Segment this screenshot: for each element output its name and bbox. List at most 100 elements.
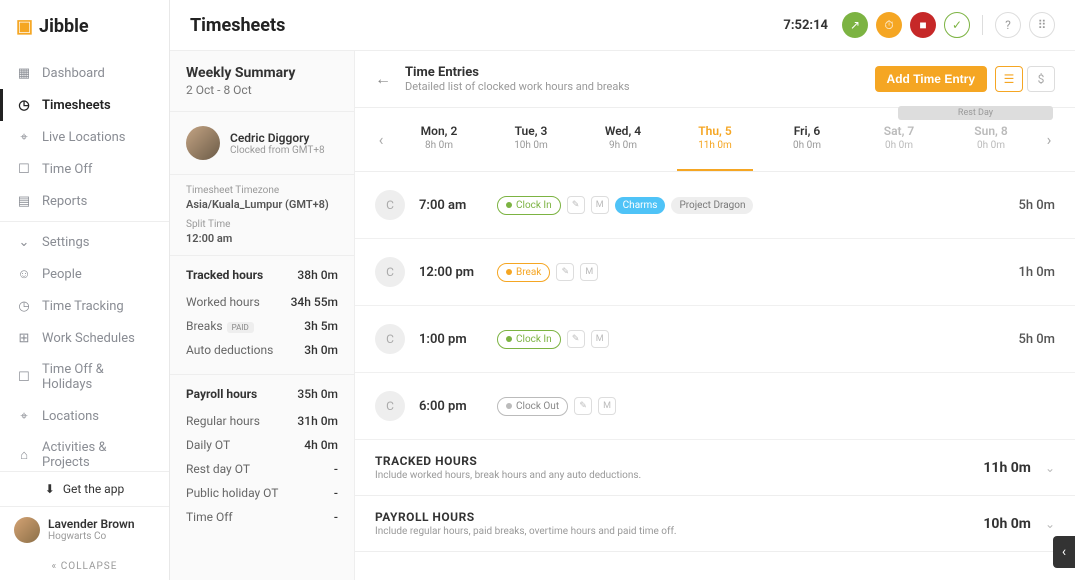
note-icon[interactable]: ✎ [556, 263, 574, 281]
clockout-quick-button[interactable]: ■ [910, 12, 936, 38]
tz-value: Asia/Kuala_Lumpur (GMT+8) [186, 198, 338, 211]
stat-value: 31h 0m [297, 414, 338, 428]
day-name: Tue, 3 [485, 124, 577, 138]
clock-icon: ◷ [16, 97, 32, 113]
day-tab[interactable]: Mon, 28h 0m [393, 118, 485, 161]
prev-week-button[interactable]: ‹ [369, 130, 393, 149]
sidebar-item-reports[interactable]: ▤Reports [0, 185, 169, 217]
stat-value: - [334, 486, 338, 500]
day-tab[interactable]: Tue, 3 10h 0m [485, 118, 577, 161]
clockin-quick-button[interactable]: ↗ [842, 12, 868, 38]
clock: 7:52:14 [783, 18, 828, 33]
tag-icon: ⌂ [16, 447, 32, 463]
time-entry-row[interactable]: C12:00 pmBreak✎M1h 0m [355, 239, 1075, 306]
sidebar-item-time-off-holidays[interactable]: ☐Time Off & Holidays [0, 354, 169, 400]
manual-icon[interactable]: M [598, 397, 616, 415]
day-tab[interactable]: Wed, 49h 0m [577, 118, 669, 161]
manual-icon[interactable]: M [580, 263, 598, 281]
stat-label: Time Off [186, 510, 233, 524]
day-tab[interactable]: Fri, 60h 0m [761, 118, 853, 161]
day-tab[interactable]: Sat, 70h 0m [853, 118, 945, 161]
sidebar-item-work-schedules[interactable]: ⊞Work Schedules [0, 322, 169, 354]
clockin-badge: Clock In [497, 196, 561, 215]
logo: ▣ Jibble [0, 0, 169, 53]
sidebar-item-time-off[interactable]: ☐Time Off [0, 153, 169, 185]
collapse-button[interactable]: « COLLAPSE [0, 553, 169, 580]
manual-icon[interactable]: M [591, 196, 609, 214]
day-hours: 8h 0m [393, 140, 485, 151]
sidebar-item-label: Locations [42, 409, 99, 424]
get-app-button[interactable]: ⬇ Get the app [0, 471, 169, 506]
sidebar-item-label: Timesheets [42, 98, 111, 113]
sidebar-item-time-tracking[interactable]: ◷Time Tracking [0, 290, 169, 322]
add-time-entry-button[interactable]: Add Time Entry [875, 66, 987, 92]
totals-sub: Include worked hours, break hours and an… [375, 470, 641, 481]
stat-row: Rest day OT- [186, 457, 338, 481]
note-icon[interactable]: ✎ [574, 397, 592, 415]
paid-badge: PAID [227, 322, 254, 333]
break-quick-button[interactable]: ⏱ [876, 12, 902, 38]
totals-row[interactable]: PAYROLL HOURSInclude regular hours, paid… [355, 496, 1075, 552]
sidebar-item-live-locations[interactable]: ⌖Live Locations [0, 121, 169, 153]
stat-row: Public holiday OT - [186, 481, 338, 505]
note-icon[interactable]: ✎ [567, 196, 585, 214]
help-fab[interactable]: ‹ [1053, 536, 1075, 568]
split-label: Split Time [186, 219, 338, 230]
day-hours: 9h 0m [577, 140, 669, 151]
user-footer[interactable]: Lavender Brown Hogwarts Co [0, 506, 169, 553]
next-week-button[interactable]: › [1037, 130, 1061, 149]
time-entry-row[interactable]: C1:00 pmClock In✎M5h 0m [355, 306, 1075, 373]
help-button[interactable]: ? [995, 12, 1021, 38]
nav: ▦Dashboard◷Timesheets⌖Live Locations☐Tim… [0, 53, 169, 471]
calendar-icon: ☐ [16, 161, 32, 177]
sidebar-item-locations[interactable]: ⌖Locations [0, 400, 169, 432]
user-status-button[interactable]: ✓ [944, 12, 970, 38]
day-name: Sat, 7 [853, 124, 945, 138]
day-tab[interactable]: Thu, 511h 0m [669, 118, 761, 161]
totals-title: TRACKED HOURS [375, 454, 641, 468]
sidebar-item-label: Work Schedules [42, 331, 135, 346]
list-view-button[interactable]: ☰ [995, 66, 1023, 92]
day-tab[interactable]: Sun, 80h 0m [945, 118, 1037, 161]
stats-title: Tracked hours [186, 268, 263, 282]
summary-user-name: Cedric Diggory [230, 131, 325, 145]
stat-value: 4h 0m [304, 438, 338, 452]
note-icon[interactable]: ✎ [567, 330, 585, 348]
page-title: Timesheets [190, 15, 285, 36]
sidebar-item-label: Settings [42, 235, 89, 250]
sidebar-item-settings[interactable]: ⌄Settings [0, 226, 169, 258]
apps-button[interactable]: ⠿ [1029, 12, 1055, 38]
totals-title: PAYROLL HOURS [375, 510, 677, 524]
money-view-button[interactable]: $ [1027, 66, 1055, 92]
summary-pane: Weekly Summary 2 Oct - 8 Oct Cedric Digg… [170, 51, 355, 580]
manual-icon[interactable]: M [591, 330, 609, 348]
day-name: Sun, 8 [945, 124, 1037, 138]
detail-subtitle: Detailed list of clocked work hours and … [405, 80, 630, 93]
day-hours: 10h 0m [485, 140, 577, 151]
day-hours: 11h 0m [669, 140, 761, 151]
cal-icon: ☐ [16, 369, 32, 385]
summary-range: 2 Oct - 8 Oct [186, 83, 338, 97]
doc-icon: ▤ [16, 193, 32, 209]
stat-label: Public holiday OT [186, 486, 278, 500]
entry-time: 1:00 pm [419, 332, 483, 347]
stats-title: Payroll hours [186, 387, 257, 401]
back-button[interactable]: ← [375, 69, 391, 89]
totals-row[interactable]: TRACKED HOURS Include worked hours, break… [355, 440, 1075, 496]
time-entry-row[interactable]: C6:00 pmClock Out✎M [355, 373, 1075, 440]
sidebar-item-timesheets[interactable]: ◷ Timesheets [0, 89, 169, 121]
stat-row: Daily OT4h 0m [186, 433, 338, 457]
summary-user[interactable]: Cedric Diggory Clocked from GMT+8 [170, 111, 354, 175]
sidebar-item-label: Time Tracking [42, 299, 124, 314]
stat-label: Worked hours [186, 295, 260, 309]
sidebar-item-dashboard[interactable]: ▦Dashboard [0, 57, 169, 89]
time-entry-row[interactable]: C7:00 amClock In✎MCharmsProject Dragon5h… [355, 172, 1075, 239]
sidebar-item-activities-projects[interactable]: ⌂Activities & Projects [0, 432, 169, 471]
chevron-down-icon: ⌄ [1045, 517, 1055, 531]
sidebar-item-people[interactable]: ☺People [0, 258, 169, 290]
download-icon: ⬇ [45, 482, 55, 496]
totals-value: 11h 0m [983, 460, 1031, 476]
rest-day-badge: Rest Day [898, 106, 1053, 120]
entry-duration: 1h 0m [1018, 265, 1055, 280]
entry-duration: 5h 0m [1018, 198, 1055, 213]
